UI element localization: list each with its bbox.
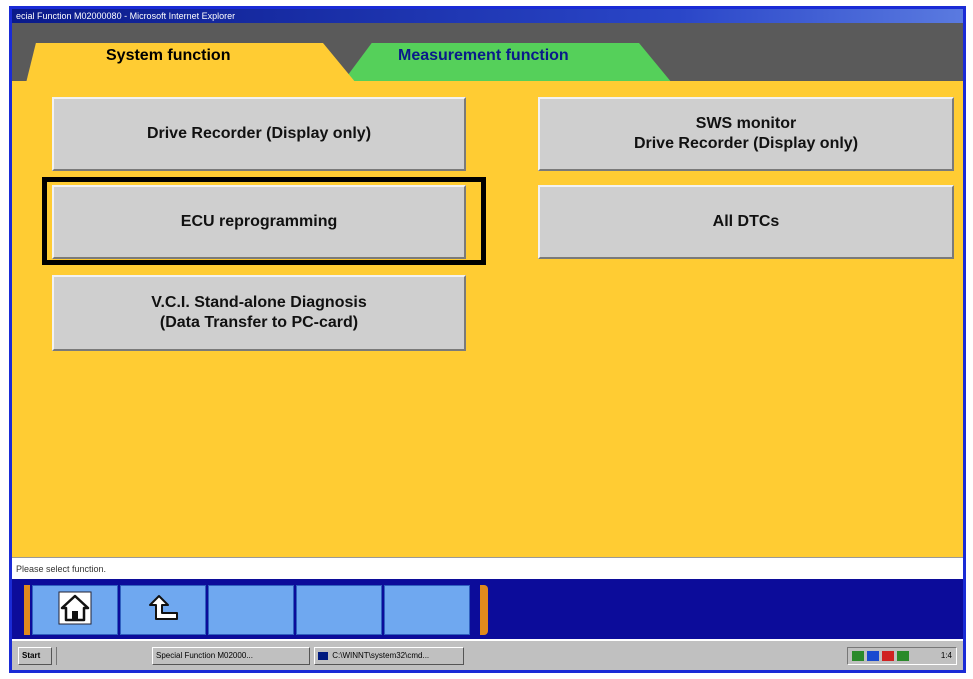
- start-button[interactable]: Start: [18, 647, 52, 665]
- vci-standalone-button[interactable]: V.C.I. Stand-alone Diagnosis (Data Trans…: [52, 275, 466, 351]
- home-button[interactable]: [32, 585, 118, 635]
- windows-taskbar: Start Special Function M02000... C:\WINN…: [12, 639, 963, 670]
- function-panel: Drive Recorder (Display only) SWS monito…: [12, 81, 963, 557]
- task2-label: C:\WINNT\system32\cmd...: [332, 651, 430, 660]
- toolbar-button-4[interactable]: [296, 585, 382, 635]
- tab-system-function[interactable]: System function: [26, 43, 356, 83]
- toolbar-end-cap: [480, 585, 488, 635]
- clock: 1:4: [940, 651, 952, 660]
- sws-monitor-button[interactable]: SWS monitor Drive Recorder (Display only…: [538, 97, 954, 171]
- home-icon: [58, 591, 92, 630]
- window-titlebar: ecial Function M02000080 - Microsoft Int…: [12, 9, 963, 23]
- taskbar-separator: [56, 647, 66, 665]
- back-button[interactable]: [120, 585, 206, 635]
- sws-monitor-label-line2: Drive Recorder (Display only): [633, 135, 859, 152]
- taskbar-task-cmd[interactable]: C:\WINNT\system32\cmd...: [314, 647, 464, 665]
- tab-bar: Measurement function System function: [12, 23, 963, 83]
- tab-measurement-label: Measurement function: [398, 47, 569, 64]
- drive-recorder-button[interactable]: Drive Recorder (Display only): [52, 97, 466, 171]
- task1-label: Special Function M02000...: [156, 651, 253, 660]
- toolbar-button-3[interactable]: [208, 585, 294, 635]
- ecu-reprogramming-label: ECU reprogramming: [180, 213, 338, 230]
- tab-system-label: System function: [106, 47, 231, 64]
- toolbar-button-5[interactable]: [384, 585, 470, 635]
- tab-measurement-function[interactable]: Measurement function: [342, 43, 672, 83]
- sws-monitor-label-line1: SWS monitor: [695, 115, 797, 132]
- window-title: ecial Function M02000080 - Microsoft Int…: [16, 11, 236, 21]
- toolbar-edge: [24, 585, 30, 635]
- app-window: ecial Function M02000080 - Microsoft Int…: [9, 6, 966, 673]
- system-tray: 1:4: [847, 647, 957, 665]
- taskbar-task-special-function[interactable]: Special Function M02000...: [152, 647, 310, 665]
- status-message: Please select function.: [12, 557, 963, 579]
- tray-icons[interactable]: [852, 650, 920, 661]
- vci-label-line1: V.C.I. Stand-alone Diagnosis: [151, 294, 367, 311]
- start-label: Start: [22, 651, 41, 660]
- bottom-toolbar: [12, 579, 963, 639]
- back-arrow-icon: [146, 593, 180, 628]
- drive-recorder-label: Drive Recorder (Display only): [146, 125, 372, 142]
- ecu-reprogramming-button[interactable]: ECU reprogramming: [52, 185, 466, 259]
- cmd-icon: [318, 651, 328, 660]
- status-text: Please select function.: [16, 564, 107, 574]
- all-dtcs-button[interactable]: All DTCs: [538, 185, 954, 259]
- vci-label-line2: (Data Transfer to PC-card): [159, 314, 359, 331]
- all-dtcs-label: All DTCs: [712, 213, 780, 230]
